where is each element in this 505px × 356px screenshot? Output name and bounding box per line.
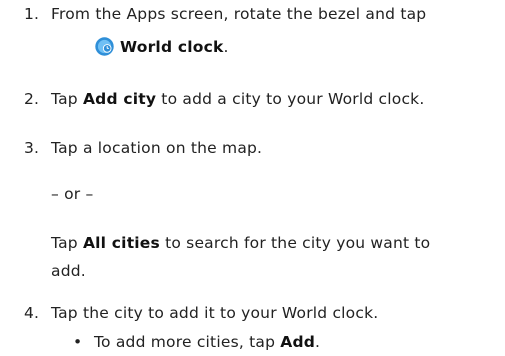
alt-text-pre: Tap — [51, 234, 83, 252]
bullet-icon: • — [73, 333, 83, 351]
add-city-label: Add city — [82, 90, 157, 108]
bullet-text-post: . — [315, 333, 321, 351]
or-text: – or – — [51, 185, 94, 203]
step-number: 1. — [24, 5, 40, 23]
bullet-text-pre: To add more cities, tap — [94, 333, 281, 351]
alt-text: Tap All cities to search for the city yo… — [51, 232, 430, 254]
alt-text-line2: add. — [51, 262, 86, 280]
step-text: Tap the city to add it to your World clo… — [51, 304, 379, 322]
alt-text-post: to search for the city you want to — [159, 234, 431, 252]
world-clock-app-name: World clock — [120, 38, 224, 56]
step-text-post: to add a city to your World clock. — [156, 90, 425, 108]
world-clock-icon — [95, 37, 114, 56]
all-cities-label: All cities — [82, 234, 160, 252]
step-number: 2. — [24, 90, 40, 108]
step-number: 4. — [24, 304, 40, 322]
step-text: From the Apps screen, rotate the bezel a… — [51, 5, 427, 23]
step-text-pre: Tap — [51, 90, 83, 108]
bullet-text: To add more cities, tap Add. — [94, 331, 320, 353]
step-number: 3. — [24, 139, 40, 157]
step-1-period: . — [223, 38, 229, 56]
step-1-app-line: World clock. — [95, 36, 229, 58]
step-text: Tap Add city to add a city to your World… — [51, 88, 424, 110]
add-label: Add — [280, 333, 316, 351]
step-text: Tap a location on the map. — [51, 139, 263, 157]
